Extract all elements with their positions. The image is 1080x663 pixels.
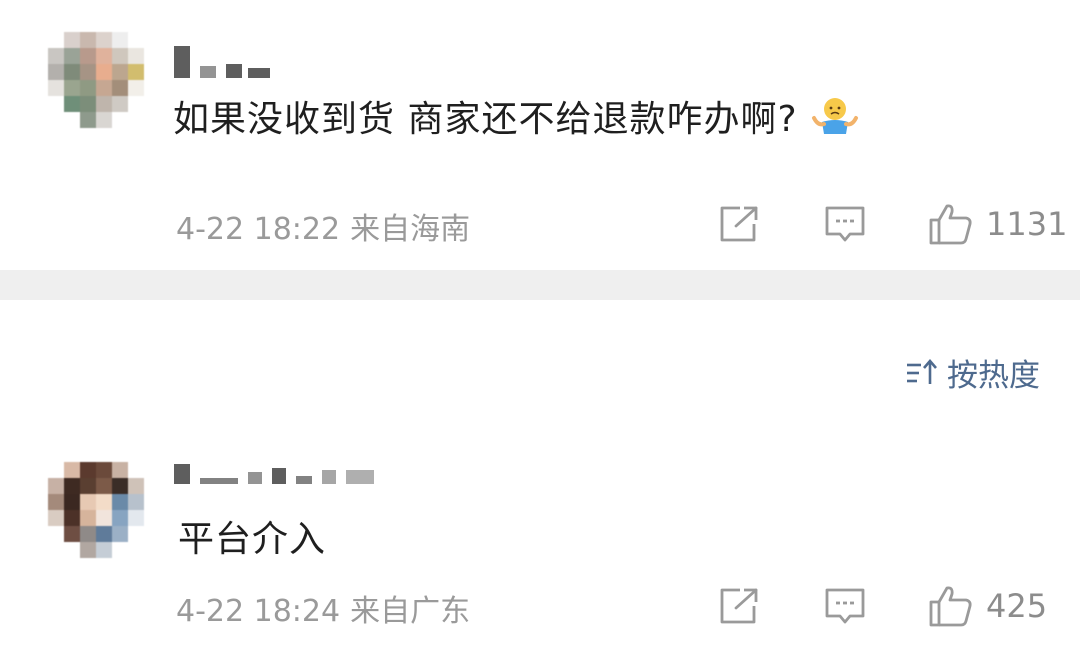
shrug-emoji-icon <box>810 96 860 147</box>
share-icon <box>720 588 758 624</box>
thumbs-up-icon <box>929 586 972 627</box>
like-button[interactable]: 425 <box>928 584 1047 628</box>
comment-icon <box>825 206 865 242</box>
sort-by-hot-button[interactable]: 按热度 <box>905 350 1040 395</box>
comment-actions: 1131 <box>718 202 1067 246</box>
username-redacted[interactable] <box>174 464 374 484</box>
thumbs-up-icon <box>929 204 972 245</box>
comment-meta: 4-22 18:24 来自广东 <box>176 586 470 630</box>
reply-button[interactable] <box>824 204 866 244</box>
avatar[interactable] <box>48 32 144 142</box>
reply-button[interactable] <box>824 586 866 626</box>
share-button[interactable] <box>718 204 760 244</box>
sort-label: 按热度 <box>947 358 1040 394</box>
location: 来自海南 <box>350 212 471 247</box>
comment-card: 如果没收到货 商家还不给退款咋办啊? 4-22 18:22 来自海南 1131 <box>0 0 1080 270</box>
sort-icon <box>907 358 937 384</box>
like-count: 1131 <box>986 205 1068 243</box>
comment-text: 平台介入 <box>178 519 327 560</box>
section-divider <box>0 270 1080 300</box>
comment-text: 如果没收到货 商家还不给退款咋办啊? <box>173 90 860 147</box>
avatar[interactable] <box>48 462 144 572</box>
share-button[interactable] <box>718 586 760 626</box>
comment-meta: 4-22 18:22 来自海南 <box>176 204 470 248</box>
location: 来自广东 <box>350 594 471 629</box>
comment-icon <box>825 588 865 624</box>
username-redacted[interactable] <box>174 46 270 78</box>
like-count: 425 <box>986 587 1048 625</box>
like-button[interactable]: 1131 <box>928 202 1067 246</box>
timestamp: 4-22 18:22 <box>176 212 341 247</box>
timestamp: 4-22 18:24 <box>176 594 341 629</box>
comment-card: 平台介入 4-22 18:24 来自广东 425 <box>0 440 1080 663</box>
comment-actions: 425 <box>718 584 1047 628</box>
share-icon <box>720 206 758 242</box>
